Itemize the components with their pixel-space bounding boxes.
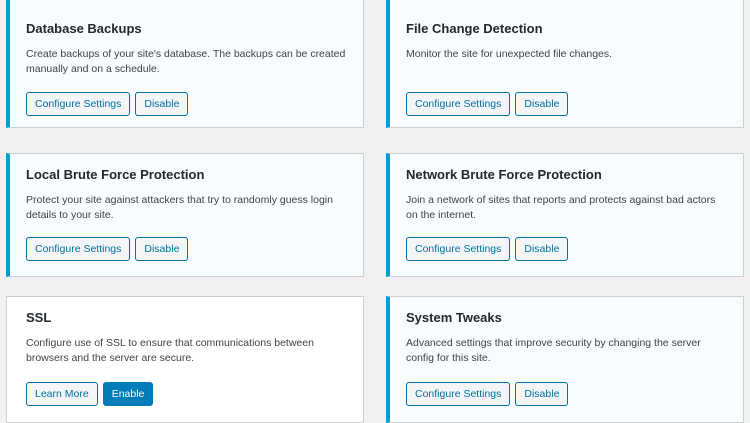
module-card-ssl: SSL Configure use of SSL to ensure that …	[6, 296, 364, 423]
module-card-network-brute-force: Network Brute Force Protection Join a ne…	[386, 153, 744, 277]
module-description: Advanced settings that improve security …	[406, 337, 701, 364]
module-title: Database Backups	[26, 21, 142, 36]
module-title: System Tweaks	[406, 310, 502, 325]
configure-settings-button[interactable]: Configure Settings	[406, 382, 511, 406]
module-actions: Learn More Enable	[26, 382, 154, 406]
module-actions: Configure Settings Disable	[406, 382, 569, 406]
module-title: Local Brute Force Protection	[26, 167, 205, 182]
module-card-system-tweaks: System Tweaks Advanced settings that imp…	[386, 296, 744, 423]
learn-more-button[interactable]: Learn More	[26, 382, 98, 406]
module-description: Create backups of your site's database. …	[26, 48, 346, 75]
module-actions: Configure Settings Disable	[26, 92, 189, 116]
module-description: Monitor the site for unexpected file cha…	[406, 48, 613, 60]
module-card-database-backups: Database Backups Create backups of your …	[6, 0, 364, 128]
disable-button[interactable]: Disable	[515, 237, 569, 261]
configure-settings-button[interactable]: Configure Settings	[26, 92, 131, 116]
module-actions: Configure Settings Disable	[406, 92, 569, 116]
module-actions: Configure Settings Disable	[26, 237, 189, 261]
security-modules-grid: Database Backups Create backups of your …	[0, 0, 750, 423]
module-actions: Configure Settings Disable	[406, 237, 569, 261]
module-card-local-brute-force: Local Brute Force Protection Protect you…	[6, 153, 364, 277]
enable-button[interactable]: Enable	[102, 382, 154, 406]
module-description: Join a network of sites that reports and…	[406, 194, 716, 221]
module-description: Configure use of SSL to ensure that comm…	[26, 337, 314, 364]
configure-settings-button[interactable]: Configure Settings	[406, 237, 511, 261]
module-title: File Change Detection	[406, 21, 543, 36]
configure-settings-button[interactable]: Configure Settings	[406, 92, 511, 116]
module-title: SSL	[26, 310, 52, 325]
disable-button[interactable]: Disable	[135, 237, 189, 261]
module-title: Network Brute Force Protection	[406, 167, 602, 182]
disable-button[interactable]: Disable	[515, 92, 569, 116]
disable-button[interactable]: Disable	[515, 382, 569, 406]
module-description: Protect your site against attackers that…	[26, 194, 333, 221]
module-card-file-change-detection: File Change Detection Monitor the site f…	[386, 0, 744, 128]
configure-settings-button[interactable]: Configure Settings	[26, 237, 131, 261]
disable-button[interactable]: Disable	[135, 92, 189, 116]
